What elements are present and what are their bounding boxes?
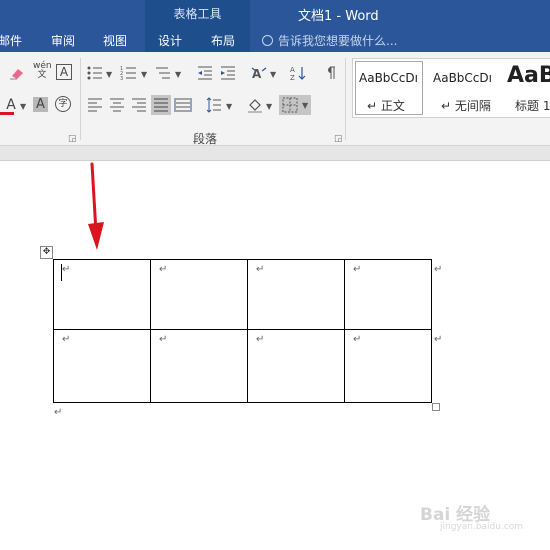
- highlight-eraser-icon[interactable]: [8, 64, 26, 82]
- table-resize-handle[interactable]: [432, 403, 440, 411]
- cell-end-mark: ↵: [62, 334, 71, 345]
- lightbulb-icon: [262, 35, 273, 46]
- tab-design[interactable]: 设计: [158, 32, 182, 49]
- phonetic-guide-icon[interactable]: wén 文: [33, 62, 52, 80]
- table-cell[interactable]: ↵: [344, 259, 432, 330]
- justify-icon[interactable]: [151, 95, 171, 115]
- style-no-spacing[interactable]: AaBbCcDı ↵ 无间隔: [427, 59, 499, 117]
- paragraph-dialog-launcher-icon[interactable]: ◲: [334, 134, 343, 144]
- style-name: ↵ 无间隔: [441, 99, 491, 113]
- svg-text:3: 3: [120, 76, 123, 82]
- style-sample: AaB: [507, 63, 550, 88]
- style-sample: AaBbCcDı: [359, 71, 418, 85]
- ribbon-tab-bar: 邮件 审阅 视图 设计 布局 告诉我您想要做什么...: [0, 26, 550, 52]
- asian-layout-icon[interactable]: A: [250, 64, 268, 82]
- style-name: ↵ 正文: [367, 99, 405, 113]
- style-heading-1[interactable]: AaB 标题 1: [501, 59, 550, 117]
- table-cell[interactable]: ↵: [53, 259, 151, 330]
- tell-me-placeholder: 告诉我您想要做什么...: [278, 34, 398, 48]
- table-row: ↵ ↵ ↵ ↵: [53, 329, 432, 403]
- sort-icon[interactable]: AZ: [289, 64, 307, 82]
- table-cell[interactable]: ↵: [150, 329, 248, 403]
- cell-end-mark: ↵: [159, 334, 168, 345]
- cell-end-mark: ↵: [256, 334, 265, 345]
- group-separator: [345, 58, 346, 140]
- numbering-icon[interactable]: 123: [120, 64, 138, 82]
- chevron-down-icon[interactable]: ▼: [141, 70, 147, 79]
- table-cell[interactable]: ↵: [53, 329, 151, 403]
- svg-text:Z: Z: [290, 74, 295, 82]
- cell-end-mark: ↵: [159, 264, 168, 275]
- text-cursor: [61, 264, 62, 281]
- paragraph-mark: ↵: [54, 407, 63, 418]
- cell-end-mark: ↵: [353, 264, 362, 275]
- chevron-down-icon[interactable]: ▼: [20, 102, 26, 111]
- chevron-down-icon[interactable]: ▼: [226, 102, 232, 111]
- chevron-down-icon[interactable]: ▼: [270, 70, 276, 79]
- decrease-indent-icon[interactable]: [196, 64, 214, 82]
- multilevel-list-icon[interactable]: [154, 64, 172, 82]
- table-cell[interactable]: ↵: [247, 329, 345, 403]
- style-normal[interactable]: AaBbCcDı ↵ 正文: [353, 59, 425, 117]
- chevron-down-icon[interactable]: ▼: [106, 70, 112, 79]
- cell-end-mark: ↵: [256, 264, 265, 275]
- paragraph-group-label: 段落: [193, 132, 218, 146]
- row-end-mark: ↵: [434, 264, 443, 275]
- borders-icon: [282, 97, 298, 113]
- tab-mailings[interactable]: 邮件: [0, 32, 22, 49]
- ruler-area: [0, 146, 550, 161]
- table-move-handle-icon[interactable]: ✥: [40, 246, 53, 259]
- borders-button[interactable]: ▼: [279, 95, 311, 115]
- document-title: 文档1 - Word: [298, 9, 379, 24]
- align-center-icon[interactable]: [108, 96, 126, 114]
- shading-bucket-icon[interactable]: [246, 96, 264, 114]
- tell-me-search[interactable]: 告诉我您想要做什么...: [262, 32, 397, 49]
- character-shading-icon[interactable]: A: [33, 97, 48, 112]
- font-dialog-launcher-icon[interactable]: ◲: [68, 134, 77, 144]
- table-cell[interactable]: ↵: [344, 329, 432, 403]
- font-color-bar: [0, 112, 14, 115]
- bullets-icon[interactable]: [86, 64, 104, 82]
- increase-indent-icon[interactable]: [219, 64, 237, 82]
- cell-end-mark: ↵: [353, 334, 362, 345]
- row-end-mark: ↵: [434, 334, 443, 345]
- ribbon: wén 文 A A ▼ A 字 ▼ 123 ▼ ▼ A ▼ AZ ▼ ▼ ▼ 段…: [0, 52, 550, 146]
- line-spacing-icon[interactable]: [205, 96, 223, 114]
- styles-gallery: AaBbCcDı ↵ 正文 AaBbCcDı ↵ 无间隔 AaB 标题 1: [352, 58, 550, 118]
- character-border-icon[interactable]: A: [56, 64, 72, 80]
- show-marks-icon[interactable]: [322, 64, 340, 82]
- group-separator: [80, 58, 81, 140]
- chevron-down-icon[interactable]: ▼: [266, 102, 272, 111]
- style-name: 标题 1: [515, 99, 550, 113]
- svg-text:A: A: [290, 66, 295, 74]
- context-tab-band: 表格工具: [145, 0, 250, 26]
- table-tools-label: 表格工具: [173, 7, 222, 21]
- tab-review[interactable]: 审阅: [51, 32, 75, 49]
- chevron-down-icon[interactable]: ▼: [175, 70, 181, 79]
- style-sample: AaBbCcDı: [433, 71, 492, 85]
- cell-end-mark: ↵: [62, 264, 71, 275]
- align-right-icon[interactable]: [130, 96, 148, 114]
- tab-view[interactable]: 视图: [103, 32, 127, 49]
- table-cell[interactable]: ↵: [247, 259, 345, 330]
- red-arrow-annotation: [88, 162, 104, 250]
- watermark-url: jingyan.baidu.com: [440, 522, 524, 532]
- enclose-characters-icon[interactable]: 字: [55, 96, 71, 112]
- chevron-down-icon: ▼: [302, 101, 309, 110]
- tab-layout[interactable]: 布局: [211, 32, 235, 49]
- table-row: ↵ ↵ ↵ ↵: [53, 259, 432, 330]
- align-left-icon[interactable]: [86, 96, 104, 114]
- table-cell[interactable]: ↵: [150, 259, 248, 330]
- document-table[interactable]: ↵ ↵ ↵ ↵ ↵ ↵ ↵ ↵: [53, 259, 432, 403]
- distributed-icon[interactable]: [174, 96, 192, 114]
- title-bar: 表格工具 文档1 - Word: [0, 0, 550, 26]
